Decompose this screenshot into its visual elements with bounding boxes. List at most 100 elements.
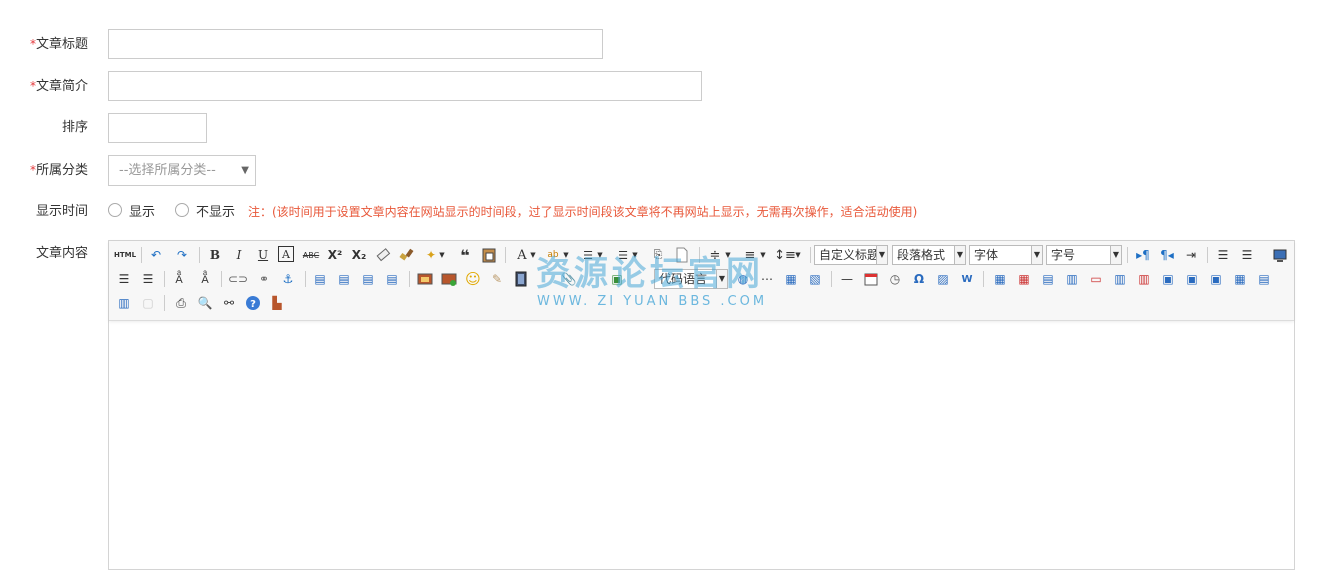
background-icon[interactable]: ▦ <box>782 270 800 288</box>
uppercase-icon[interactable]: Aͣ <box>170 270 188 288</box>
toolbar-separator <box>831 271 832 287</box>
word-paste-icon[interactable]: W <box>958 270 976 288</box>
toolbar-separator <box>164 271 165 287</box>
search-replace-icon[interactable]: ⚯ <box>220 294 238 312</box>
image-none-icon[interactable]: ▤ <box>311 270 329 288</box>
radio-hide-label[interactable]: 不显示 <box>196 201 235 220</box>
toolbar-separator <box>983 271 984 287</box>
time-icon[interactable]: ◷ <box>886 270 904 288</box>
radio-show[interactable] <box>108 203 122 217</box>
category-select[interactable]: --选择所属分类-- ▼ <box>108 155 256 186</box>
delete-table-icon[interactable]: ▦ <box>1015 270 1033 288</box>
title-input[interactable] <box>108 29 603 59</box>
align-center-icon[interactable]: ☰ <box>1238 246 1256 264</box>
drafts-icon[interactable]: ▙ <box>268 294 286 312</box>
chevron-down-icon: ▼ <box>1031 246 1042 264</box>
summary-label-text: 文章简介 <box>35 79 88 94</box>
merge-right-icon[interactable]: ▣ <box>1183 270 1201 288</box>
wordimage-icon[interactable]: ▨ <box>934 270 952 288</box>
video-icon[interactable] <box>512 270 530 288</box>
category-select-value: --选择所属分类-- <box>119 163 216 178</box>
emotion-icon[interactable]: ☺ <box>464 270 482 288</box>
eraser-icon[interactable] <box>374 246 392 264</box>
line-height-icon[interactable]: ↕≡ <box>774 246 796 264</box>
toolbar-separator <box>505 247 506 263</box>
image-icon[interactable] <box>416 270 434 288</box>
sort-input[interactable] <box>108 113 207 143</box>
ltr-icon[interactable]: ▸¶ <box>1134 246 1152 264</box>
indent-icon[interactable]: ⇥ <box>1182 246 1200 264</box>
rtl-icon[interactable]: ¶◂ <box>1158 246 1176 264</box>
split-cells-icon[interactable]: ▦ <box>1231 270 1249 288</box>
summary-input[interactable] <box>108 71 702 101</box>
paragraph-format-select[interactable]: 段落格式 ▼ <box>892 245 966 265</box>
format-brush-icon[interactable] <box>398 246 416 264</box>
web-image-icon[interactable]: ▧ <box>806 270 824 288</box>
svg-text:?: ? <box>250 299 256 310</box>
font-size-select[interactable]: 字号 ▼ <box>1046 245 1122 265</box>
custom-title-value: 自定义标题 <box>819 248 880 262</box>
chevron-down-icon[interactable]: ▼ <box>793 246 803 264</box>
align-justify-icon[interactable]: ☰ <box>139 270 157 288</box>
split-rows-icon[interactable]: ▤ <box>1255 270 1273 288</box>
scrawl-icon[interactable]: ✎ <box>488 270 506 288</box>
bold-icon[interactable]: B <box>206 246 224 264</box>
radio-hide[interactable] <box>175 203 189 217</box>
html-source-button[interactable]: HTML <box>114 246 136 264</box>
superscript-icon[interactable]: X² <box>326 246 344 264</box>
toolbar-separator <box>409 271 410 287</box>
split-cols-icon[interactable]: ▥ <box>115 294 133 312</box>
toolbar-separator <box>141 247 142 263</box>
insert-table-icon[interactable]: ▦ <box>991 270 1009 288</box>
chevron-down-icon: ▼ <box>876 246 887 264</box>
radio-show-label[interactable]: 显示 <box>129 201 155 220</box>
anchor-icon[interactable]: ⚓ <box>279 270 297 288</box>
watermark-text: 资源论坛官网 <box>536 254 764 294</box>
insert-col-icon[interactable]: ▥ <box>1111 270 1129 288</box>
toolbar-separator <box>221 271 222 287</box>
multi-image-icon[interactable] <box>440 270 458 288</box>
toolbar-separator <box>810 247 811 263</box>
subscript-icon[interactable]: X₂ <box>350 246 368 264</box>
italic-icon[interactable]: I <box>230 246 248 264</box>
blockquote-icon[interactable]: ❝ <box>456 246 474 265</box>
print-icon[interactable]: ⎙ <box>172 294 190 312</box>
insert-para-before-table-icon[interactable]: ▤ <box>1039 270 1057 288</box>
align-left-icon[interactable]: ☰ <box>1214 246 1232 264</box>
underline-icon[interactable]: U <box>254 246 272 264</box>
redo-icon[interactable]: ↷ <box>173 246 191 264</box>
fullscreen-icon[interactable] <box>1271 246 1289 264</box>
custom-title-select[interactable]: 自定义标题 ▼ <box>814 245 888 265</box>
undo-icon[interactable]: ↶ <box>147 246 165 264</box>
title-label: *文章标题 <box>0 34 88 55</box>
insert-row-icon[interactable]: ▥ <box>1063 270 1081 288</box>
link-icon[interactable]: ⊂⊃ <box>228 270 248 288</box>
toolbar-separator <box>199 247 200 263</box>
title-label-text: 文章标题 <box>35 37 88 52</box>
merge-cells-icon[interactable]: ▣ <box>1159 270 1177 288</box>
paste-text-icon[interactable] <box>480 246 498 264</box>
toolbar-separator <box>1207 247 1208 263</box>
font-size-value: 字号 <box>1051 248 1076 262</box>
delete-row-icon[interactable]: ▭ <box>1087 270 1105 288</box>
date-icon[interactable] <box>862 270 880 288</box>
strikethrough-icon[interactable]: ABC <box>302 246 320 264</box>
category-label-text: 所属分类 <box>35 163 88 178</box>
category-label: *所属分类 <box>0 160 88 181</box>
special-char-icon[interactable]: Ω <box>910 270 928 288</box>
image-left-icon[interactable]: ▤ <box>335 270 353 288</box>
image-right-icon[interactable]: ▤ <box>359 270 377 288</box>
unlink-icon[interactable]: ⚭ <box>255 270 273 288</box>
chevron-down-icon[interactable]: ▼ <box>437 246 447 264</box>
lowercase-icon[interactable]: Aͣ <box>196 270 214 288</box>
font-border-icon[interactable]: A <box>278 246 294 262</box>
preview-icon[interactable]: 🔍 <box>196 294 214 312</box>
image-center-icon[interactable]: ▤ <box>383 270 401 288</box>
display-time-label: 显示时间 <box>35 204 88 219</box>
delete-col-icon[interactable]: ▥ <box>1135 270 1153 288</box>
merge-down-icon[interactable]: ▣ <box>1207 270 1225 288</box>
help-icon[interactable]: ? <box>244 294 262 312</box>
font-family-select[interactable]: 字体 ▼ <box>969 245 1043 265</box>
align-right-icon[interactable]: ☰ <box>115 270 133 288</box>
horizontal-rule-icon[interactable]: — <box>838 270 856 288</box>
